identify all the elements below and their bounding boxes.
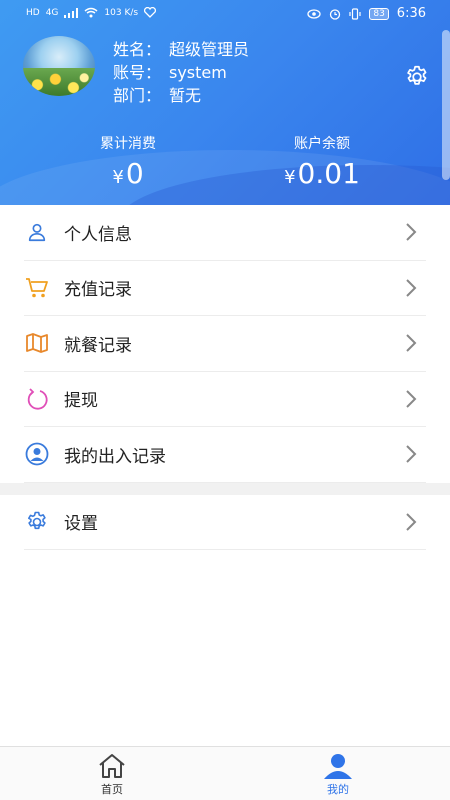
nav-mine[interactable]: 我的 xyxy=(298,753,378,797)
person-icon xyxy=(24,219,50,245)
bottom-nav: 首页 我的 xyxy=(0,746,450,800)
cart-icon xyxy=(24,275,50,301)
alarm-icon xyxy=(330,8,341,20)
menu-item-dining-records[interactable]: 就餐记录 xyxy=(24,316,426,372)
gear-icon xyxy=(24,509,50,535)
status-left: HD 4G 103 K/s xyxy=(26,7,157,18)
profile-info: 姓名： 超级管理员 账号： system 部门： 暂无 xyxy=(113,38,249,107)
avatar[interactable] xyxy=(23,36,95,96)
chevron-right-icon xyxy=(406,279,417,297)
battery-indicator: 83 xyxy=(369,7,389,20)
user-icon xyxy=(324,754,352,779)
currency-symbol: ¥ xyxy=(112,167,124,188)
vibrate-icon xyxy=(349,7,361,20)
total-consume-stat: 累计消费 ¥0 xyxy=(28,133,228,190)
menu-item-access-records[interactable]: 我的出入记录 xyxy=(24,427,426,483)
menu-item-personal-info[interactable]: 个人信息 xyxy=(24,205,426,261)
currency-symbol: ¥ xyxy=(284,167,296,188)
avatar-image xyxy=(23,68,95,96)
network-indicator: 4G xyxy=(45,7,59,18)
header-settings-button[interactable] xyxy=(404,64,430,90)
dept-row: 部门： 暂无 xyxy=(113,84,249,107)
profile-header: HD 4G 103 K/s 83 6:36 姓名： 超级管理员 账号： syst… xyxy=(0,0,450,205)
name-value: 超级管理员 xyxy=(169,40,250,59)
speed-indicator: 103 K/s xyxy=(104,7,139,18)
status-bar: HD 4G 103 K/s 83 6:36 xyxy=(0,0,450,30)
dept-value: 暂无 xyxy=(169,86,202,105)
section-divider xyxy=(0,482,450,495)
dept-label: 部门： xyxy=(113,86,162,105)
total-consume-value-row: ¥0 xyxy=(28,157,228,190)
chevron-right-icon xyxy=(406,223,417,241)
header-edge-bar xyxy=(442,30,450,180)
clock: 6:36 xyxy=(396,6,426,21)
menu-item-label: 充值记录 xyxy=(64,280,132,301)
menu-list: 个人信息 充值记录 就餐记录 提现 我的出入记录 设置 xyxy=(0,205,450,550)
balance-value-row: ¥0.01 xyxy=(222,157,422,190)
account-label: 账号： xyxy=(113,63,162,82)
menu-item-label: 我的出入记录 xyxy=(64,446,166,467)
gear-icon xyxy=(407,65,427,85)
menu-item-settings[interactable]: 设置 xyxy=(24,495,426,550)
menu-item-label: 设置 xyxy=(64,514,98,535)
menu-item-recharge-records[interactable]: 充值记录 xyxy=(24,261,426,316)
user-circle-icon xyxy=(24,441,50,467)
balance-value: 0.01 xyxy=(297,157,360,190)
total-consume-label: 累计消费 xyxy=(100,136,156,152)
hd-indicator: HD xyxy=(26,7,40,18)
name-row: 姓名： 超级管理员 xyxy=(113,38,249,61)
balance-stat: 账户余额 ¥0.01 xyxy=(222,133,422,190)
refresh-icon xyxy=(24,386,50,412)
heart-icon xyxy=(144,7,157,18)
total-consume-value: 0 xyxy=(125,157,144,190)
menu-item-withdraw[interactable]: 提现 xyxy=(24,372,426,427)
balance-label: 账户余额 xyxy=(294,136,350,152)
eye-icon xyxy=(307,8,321,19)
nav-home[interactable]: 首页 xyxy=(72,753,152,797)
chevron-right-icon xyxy=(406,334,417,352)
account-value: system xyxy=(169,63,227,82)
signal-icon xyxy=(64,7,79,18)
menu-item-label: 个人信息 xyxy=(64,224,132,245)
account-row: 账号： system xyxy=(113,61,249,84)
chevron-right-icon xyxy=(406,513,417,531)
wifi-icon xyxy=(84,7,98,18)
chevron-right-icon xyxy=(406,390,417,408)
name-label: 姓名： xyxy=(113,40,162,59)
menu-item-label: 提现 xyxy=(64,391,98,412)
nav-home-label: 首页 xyxy=(101,783,123,796)
menu-item-label: 就餐记录 xyxy=(64,335,132,356)
home-icon xyxy=(99,754,125,778)
status-right: 83 6:36 xyxy=(307,6,426,21)
nav-mine-label: 我的 xyxy=(327,783,349,796)
map-icon xyxy=(24,330,50,356)
chevron-right-icon xyxy=(406,445,417,463)
